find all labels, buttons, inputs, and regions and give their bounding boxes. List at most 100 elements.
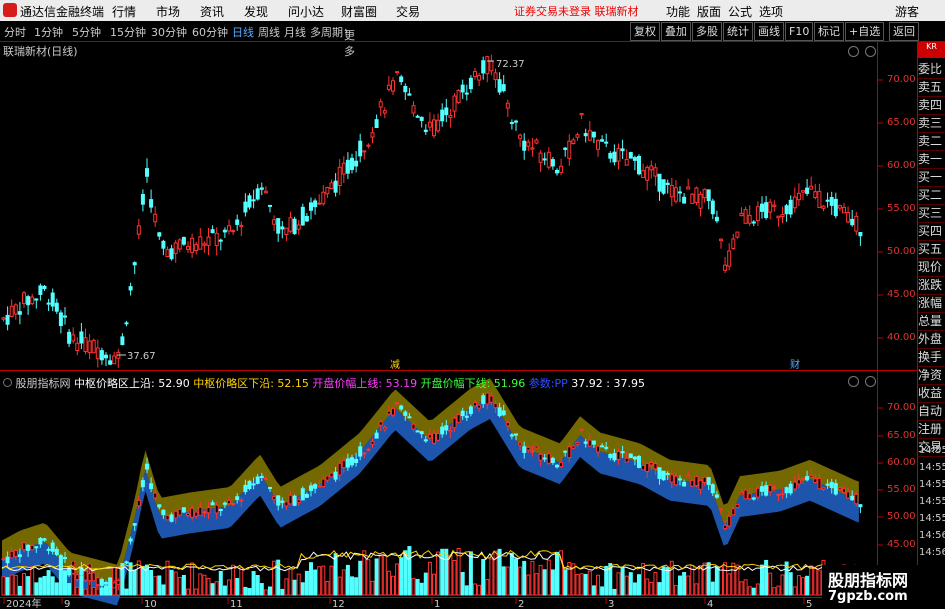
candlestick[interactable] [313,200,318,208]
candlestick[interactable] [764,202,769,218]
candlestick[interactable] [362,452,367,455]
candlestick[interactable] [9,305,14,317]
candlestick[interactable] [50,542,55,552]
candlestick[interactable] [169,514,174,522]
candlestick[interactable] [641,170,646,178]
candlestick[interactable] [17,311,22,315]
candlestick[interactable] [776,215,781,219]
candlestick[interactable] [694,187,699,203]
candlestick[interactable] [579,113,584,116]
candlestick[interactable] [337,166,342,187]
candlestick[interactable] [13,304,18,315]
candlestick[interactable] [448,430,453,433]
candlestick[interactable] [530,450,535,453]
candlestick[interactable] [571,445,576,449]
candlestick[interactable] [419,116,424,121]
candlestick[interactable] [198,506,203,516]
candlestick[interactable] [780,492,785,496]
candlestick[interactable] [136,225,141,235]
candlestick[interactable] [243,201,248,213]
candlestick[interactable] [87,573,92,582]
candlestick[interactable] [673,475,678,486]
candlestick[interactable] [723,524,728,530]
candlestick[interactable] [579,428,584,431]
candlestick[interactable] [358,446,363,457]
candlestick[interactable] [616,148,621,162]
candlestick[interactable] [624,158,629,166]
candlestick[interactable] [350,157,354,170]
candlestick[interactable] [276,218,281,234]
candlestick[interactable] [456,89,461,104]
candlestick[interactable] [190,507,195,518]
candlestick[interactable] [833,483,838,495]
candlestick[interactable] [669,184,674,198]
candlestick[interactable] [231,230,236,233]
candlestick[interactable] [79,331,84,344]
candlestick[interactable] [354,160,359,167]
candlestick[interactable] [719,508,723,511]
candlestick[interactable] [268,486,272,489]
candlestick[interactable] [407,416,412,419]
candlestick[interactable] [702,476,707,484]
candlestick[interactable] [526,141,531,147]
candlestick[interactable] [460,410,465,417]
candlestick[interactable] [850,218,855,226]
candlestick[interactable] [686,186,691,190]
candlestick[interactable] [489,395,494,403]
candlestick[interactable] [432,432,436,444]
candlestick[interactable] [99,579,104,586]
candlestick[interactable] [620,451,625,454]
candlestick[interactable] [255,188,260,200]
candlestick[interactable] [772,486,777,489]
candlestick[interactable] [473,402,477,407]
candlestick[interactable] [272,219,277,225]
candlestick[interactable] [13,550,18,557]
candlestick[interactable] [731,238,736,250]
candlestick[interactable] [493,72,498,81]
candlestick[interactable] [210,502,215,506]
candlestick[interactable] [46,548,51,551]
candlestick[interactable] [509,434,514,437]
candlestick[interactable] [637,156,641,175]
candlestick[interactable] [132,262,137,266]
candlestick[interactable] [587,439,592,447]
candlestick[interactable] [415,430,420,433]
candlestick[interactable] [386,410,391,415]
candlestick[interactable] [690,193,695,204]
candlestick[interactable] [760,486,764,492]
candlestick[interactable] [653,463,658,470]
candlestick[interactable] [837,205,842,209]
candlestick[interactable] [145,463,149,470]
indicator-name[interactable]: 股朋指标网 [16,377,71,390]
candlestick[interactable] [792,196,797,209]
candlestick[interactable] [591,131,596,138]
candlestick[interactable] [206,507,211,514]
candlestick[interactable] [374,119,379,129]
candlestick[interactable] [26,544,31,551]
candlestick[interactable] [571,139,576,145]
candlestick[interactable] [17,554,22,557]
candlestick[interactable] [501,84,506,92]
candlestick[interactable] [567,140,572,159]
candlestick[interactable] [206,236,211,246]
candlestick[interactable] [719,238,723,242]
candlestick[interactable] [444,107,449,116]
candlestick[interactable] [112,355,117,365]
candlestick[interactable] [22,292,26,304]
candlestick[interactable] [345,159,350,174]
candlestick[interactable] [284,501,289,507]
candlestick[interactable] [600,139,605,142]
candlestick[interactable] [604,446,609,449]
candlestick[interactable] [702,188,707,199]
candlestick[interactable] [317,485,322,488]
candlestick[interactable] [784,487,789,494]
candlestick[interactable] [251,199,256,202]
candlestick[interactable] [641,464,646,471]
candlestick[interactable] [485,56,490,75]
candlestick[interactable] [723,264,728,271]
candlestick[interactable] [382,426,387,430]
candlestick[interactable] [796,479,801,485]
kr-badge[interactable]: KR [918,42,945,58]
candlestick[interactable] [801,477,805,480]
candlestick[interactable] [768,484,773,493]
